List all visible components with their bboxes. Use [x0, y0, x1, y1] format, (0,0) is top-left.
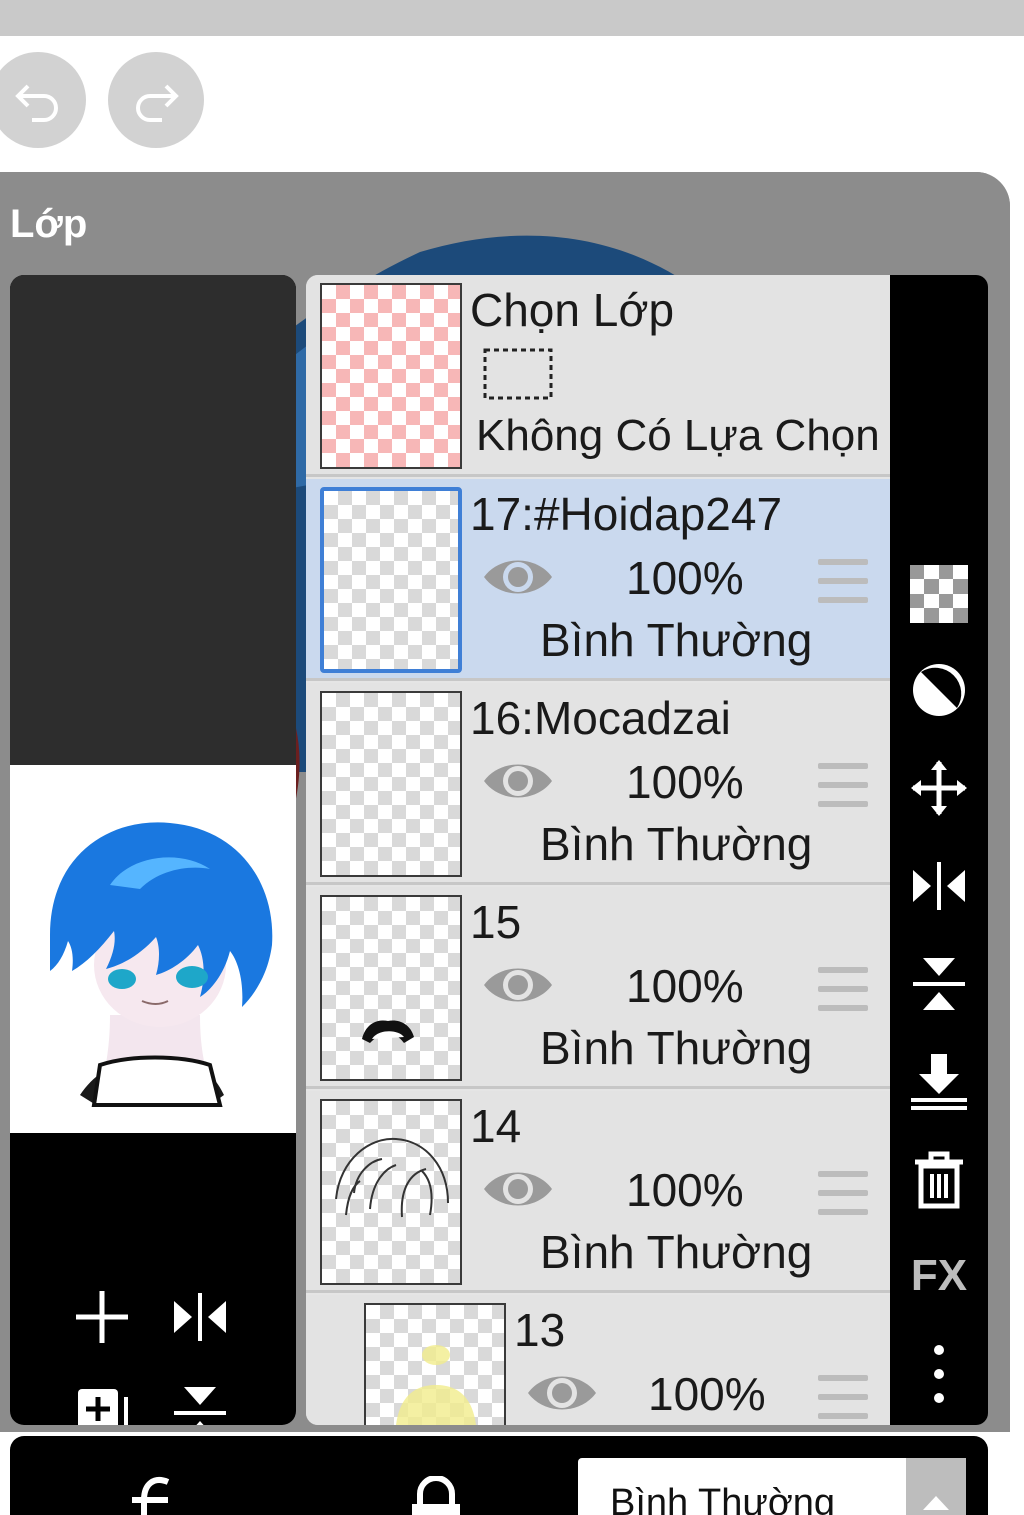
layer-list: Chọn Lớp Không Có Lựa Chọn 17:#Hoidap247… [306, 275, 890, 1425]
clip-button[interactable] [904, 655, 974, 725]
layer-name: 16:Mocadzai [470, 692, 731, 744]
collar-sketch [362, 1020, 414, 1043]
merge-down-icon [911, 1054, 967, 1110]
layer-opacity: 100% [626, 1164, 744, 1216]
undo-button[interactable] [0, 52, 86, 148]
eye-icon[interactable] [482, 755, 554, 807]
eye-icon[interactable] [526, 1367, 598, 1419]
lock-icon[interactable]: α [406, 1476, 466, 1515]
more-icon [934, 1345, 944, 1403]
chibi-preview-image [50, 822, 273, 1107]
layer-row[interactable]: 15 100% Bình Thường [306, 887, 890, 1089]
layer-name: 17:#Hoidap247 [470, 488, 783, 540]
move-button[interactable] [904, 753, 974, 823]
copy-layer-icon [78, 1389, 128, 1425]
flip-vertical-button[interactable] [168, 1381, 232, 1425]
clipping-icon[interactable] [128, 1476, 188, 1515]
flip-vertical-icon [174, 1387, 226, 1425]
drag-handle-icon[interactable] [818, 967, 868, 1011]
layer-opacity: 100% [626, 756, 744, 808]
hair-sketch [335, 1137, 449, 1218]
selection-layer-thumbnail [320, 283, 462, 469]
layer-name: 14 [470, 1100, 522, 1152]
drag-handle-icon[interactable] [818, 763, 868, 807]
layer-name: 13 [514, 1304, 566, 1356]
selection-marquee-icon [483, 348, 553, 400]
transparency-button[interactable] [904, 559, 974, 629]
layer-opacity: 100% [626, 552, 744, 604]
selection-status: Không Có Lựa Chọn [476, 411, 880, 460]
layer-panel: Lớp Chọn Lớp Không Có Lựa Chọn 17:#Hoida… [0, 172, 1010, 1432]
eye-icon[interactable] [482, 551, 554, 603]
add-layer-button[interactable] [70, 1285, 134, 1349]
preview-canvas-area [10, 275, 296, 765]
blend-mode-dropdown-button[interactable] [906, 1458, 966, 1515]
flip-vertical-icon [913, 958, 965, 1010]
layer-name: 15 [470, 896, 522, 948]
undo-icon [15, 84, 58, 122]
eye-icon[interactable] [482, 959, 554, 1011]
selection-layer-row[interactable]: Chọn Lớp Không Có Lựa Chọn [306, 275, 890, 477]
flip-horizontal-icon [174, 1293, 226, 1341]
layer-blend-mode: Bình Thường [540, 1022, 813, 1074]
layer-row[interactable]: 14 100% Bình Thường [306, 1091, 890, 1293]
svg-text:α: α [428, 1511, 443, 1515]
flip-vertical-layer-button[interactable] [904, 949, 974, 1019]
layer-thumbnail [364, 1303, 506, 1425]
layer-thumbnail [320, 895, 462, 1081]
top-status-strip [0, 0, 1024, 36]
redo-button[interactable] [108, 52, 204, 148]
drag-handle-icon[interactable] [818, 559, 868, 603]
eye-icon[interactable] [482, 1163, 554, 1215]
layer-row[interactable]: 17:#Hoidap247 100% Bình Thường [306, 479, 890, 681]
chevron-up-icon [923, 1496, 949, 1510]
layer-row[interactable]: 16:Mocadzai 100% Bình Thường [306, 683, 890, 885]
move-icon [911, 760, 967, 816]
selection-layer-title: Chọn Lớp [470, 284, 675, 336]
panel-title: Lớp [10, 202, 88, 246]
drag-handle-icon[interactable] [818, 1375, 868, 1419]
drag-handle-icon[interactable] [818, 1171, 868, 1215]
transparency-icon [910, 565, 968, 623]
layer-thumbnail [320, 1099, 462, 1285]
more-button[interactable] [904, 1339, 974, 1409]
artwork-preview [10, 765, 296, 1133]
blend-mode-select[interactable]: Bình Thường [578, 1458, 908, 1515]
layer-blend-mode: Bình Thường [540, 614, 813, 666]
trash-icon [915, 1151, 963, 1209]
fx-button[interactable]: FX [904, 1241, 974, 1311]
layer-opacity: 100% [648, 1368, 766, 1420]
add-layer-icon [76, 1291, 128, 1343]
preview-column [10, 275, 296, 1425]
copy-layer-button[interactable] [70, 1381, 134, 1425]
redo-icon [136, 84, 179, 122]
flip-horizontal-icon [913, 862, 965, 910]
layer-blend-mode: Bình Thường [540, 1226, 813, 1278]
layer-opacity: 100% [626, 960, 744, 1012]
right-toolbar: FX [890, 275, 988, 1425]
clip-icon [913, 664, 965, 716]
layer-thumbnail [320, 487, 462, 673]
delete-layer-button[interactable] [904, 1145, 974, 1215]
layer-thumbnail [320, 691, 462, 877]
flip-horizontal-button[interactable] [168, 1285, 232, 1349]
layer-row[interactable]: 13 100% [306, 1295, 890, 1425]
merge-down-button[interactable] [904, 1045, 974, 1115]
yellow-fill-sketch [396, 1345, 476, 1425]
flip-horizontal-layer-button[interactable] [904, 851, 974, 921]
layer-blend-mode: Bình Thường [540, 818, 813, 870]
